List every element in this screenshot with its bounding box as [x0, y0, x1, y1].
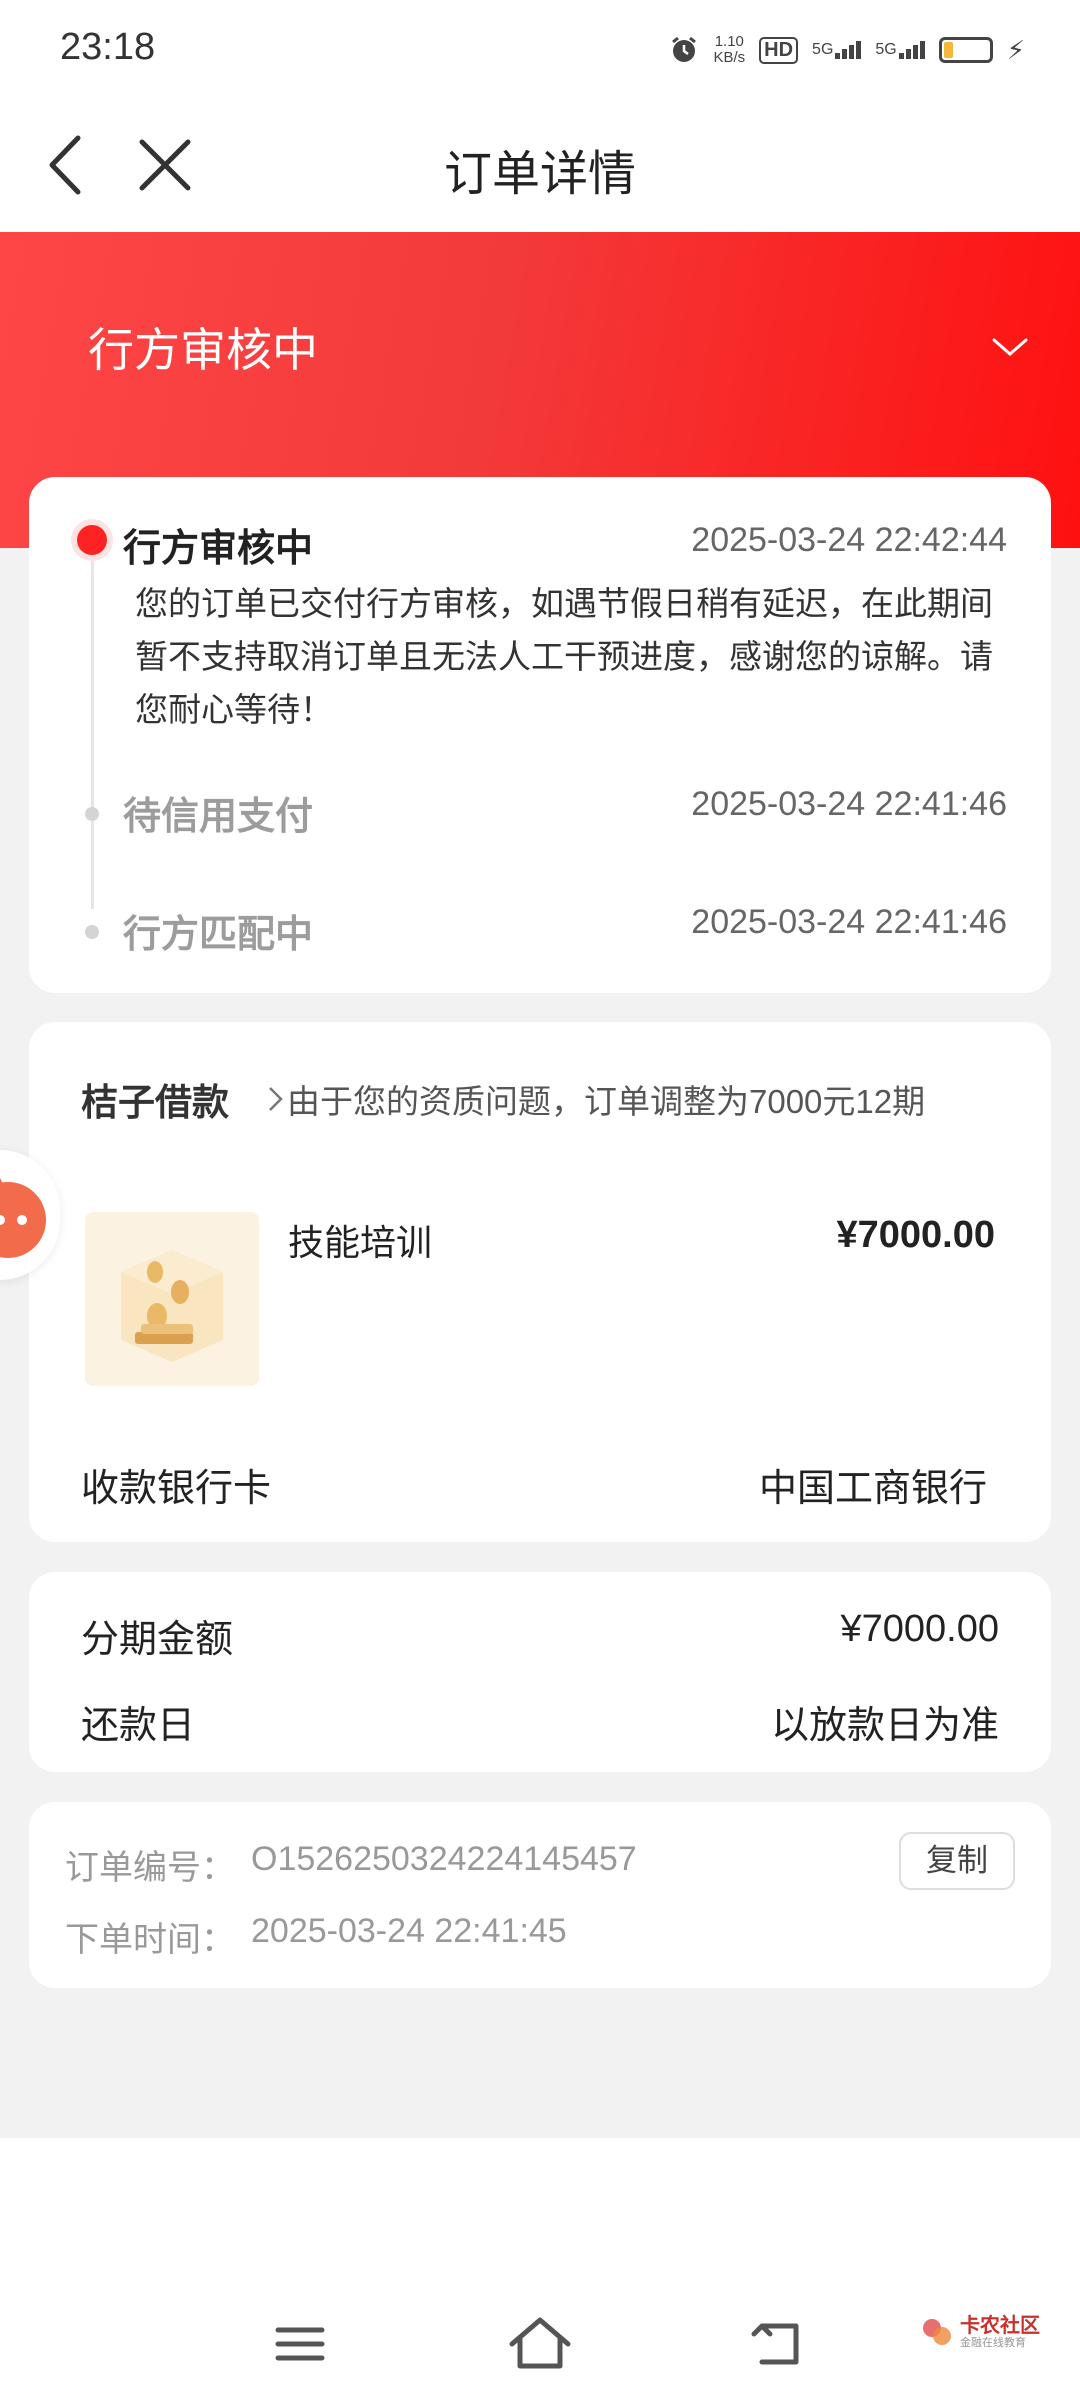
watermark-logo-icon [923, 2319, 951, 2345]
charging-icon: ⚡ [1006, 34, 1025, 65]
mascot-icon [0, 1178, 46, 1258]
battery-fill [943, 42, 953, 58]
status-bar: 23:18 1.10 KB/s HD 5G 5G ⚡ [0, 0, 1080, 100]
order-number-value: O1526250324224145457 [251, 1840, 637, 1878]
watermark-sub: 金融在线教育 [960, 2337, 1026, 2349]
timeline-dot [85, 925, 99, 939]
system-nav-bar: 卡农社区 金融在线教育 [0, 2288, 1080, 2408]
order-time-value: 2025-03-24 22:41:45 [251, 1912, 567, 1950]
order-info-card: 订单编号： O1526250324224145457 复制 下单时间： 2025… [29, 1802, 1051, 1988]
network-speed-value: 1.10 [714, 33, 744, 50]
bank-card-value: 中国工商银行 [758, 1468, 987, 1510]
nav-bar: 订单详情 [0, 100, 1080, 232]
timeline-card: 行方审核中 2025-03-24 22:42:44 您的订单已交付行方审核，如遇… [29, 477, 1051, 993]
timeline-line [91, 539, 94, 909]
watermark: 卡农社区 金融在线教育 [920, 2316, 1040, 2350]
timeline-step-time: 2025-03-24 22:42:44 [691, 521, 1007, 559]
status-icons: 1.10 KB/s HD 5G 5G ⚡ [669, 30, 1025, 70]
battery-icon [938, 37, 993, 63]
product-card: 桔子借款 由于您的资质问题，订单调整为7000元12期 技能培训 ¥7000.0… [29, 1022, 1051, 1542]
repay-day-value: 以放款日为准 [770, 1705, 999, 1747]
signal-2: 5G [875, 41, 925, 59]
page-title: 订单详情 [443, 148, 636, 201]
status-time: 23:18 [60, 26, 156, 68]
hd-badge: HD [759, 36, 799, 64]
alarm-icon [672, 36, 697, 62]
timeline-step-title: 行方审核中 [123, 528, 314, 570]
bank-card-label: 收款银行卡 [81, 1468, 272, 1510]
timeline-step-time: 2025-03-24 22:41:46 [691, 903, 1007, 941]
network-speed-unit: KB/s [713, 49, 746, 66]
timeline-step-title: 行方匹配中 [123, 914, 314, 956]
network-type-1: 5G [812, 41, 834, 58]
back-nav-icon[interactable] [740, 2308, 820, 2378]
copy-button[interactable]: 复制 [899, 1832, 1015, 1890]
timeline-step-time: 2025-03-24 22:41:46 [691, 785, 1007, 823]
product-price: ¥7000.00 [836, 1214, 996, 1256]
timeline-step-title: 待信用支付 [123, 796, 314, 838]
installment-value: ¥7000.00 [840, 1608, 1000, 1650]
timeline-step-description: 您的订单已交付行方审核，如遇节假日稍有延迟，在此期间暂不支持取消订单且无法人工干… [135, 585, 993, 728]
signal-1: 5G [812, 41, 862, 59]
order-time-label: 下单时间： [65, 1921, 235, 1959]
banner-status: 行方审核中 [88, 324, 318, 376]
network-speed: 1.10 KB/s [713, 34, 745, 66]
chevron-right-icon[interactable] [267, 1084, 285, 1114]
coin-box-icon [121, 1250, 223, 1362]
repay-day-label: 还款日 [81, 1705, 196, 1747]
timeline-dot [85, 807, 99, 821]
adjustment-note: 由于您的资质问题，订单调整为7000元12期 [287, 1083, 926, 1120]
floating-assistant[interactable] [0, 1150, 60, 1280]
timeline-active-dot [77, 525, 107, 555]
order-number-label: 订单编号： [65, 1849, 235, 1887]
shop-name[interactable]: 桔子借款 [81, 1072, 229, 1126]
home-icon[interactable] [500, 2308, 580, 2378]
product-name: 技能培训 [288, 1222, 433, 1263]
product-thumbnail [85, 1212, 259, 1386]
network-type-2: 5G [875, 41, 897, 58]
chevron-down-icon[interactable] [990, 332, 1030, 362]
installment-label: 分期金额 [81, 1619, 234, 1661]
watermark-name: 卡农社区 [960, 2315, 1040, 2337]
installment-card: 分期金额 ¥7000.00 还款日 以放款日为准 [29, 1572, 1051, 1772]
menu-icon[interactable] [260, 2308, 340, 2378]
